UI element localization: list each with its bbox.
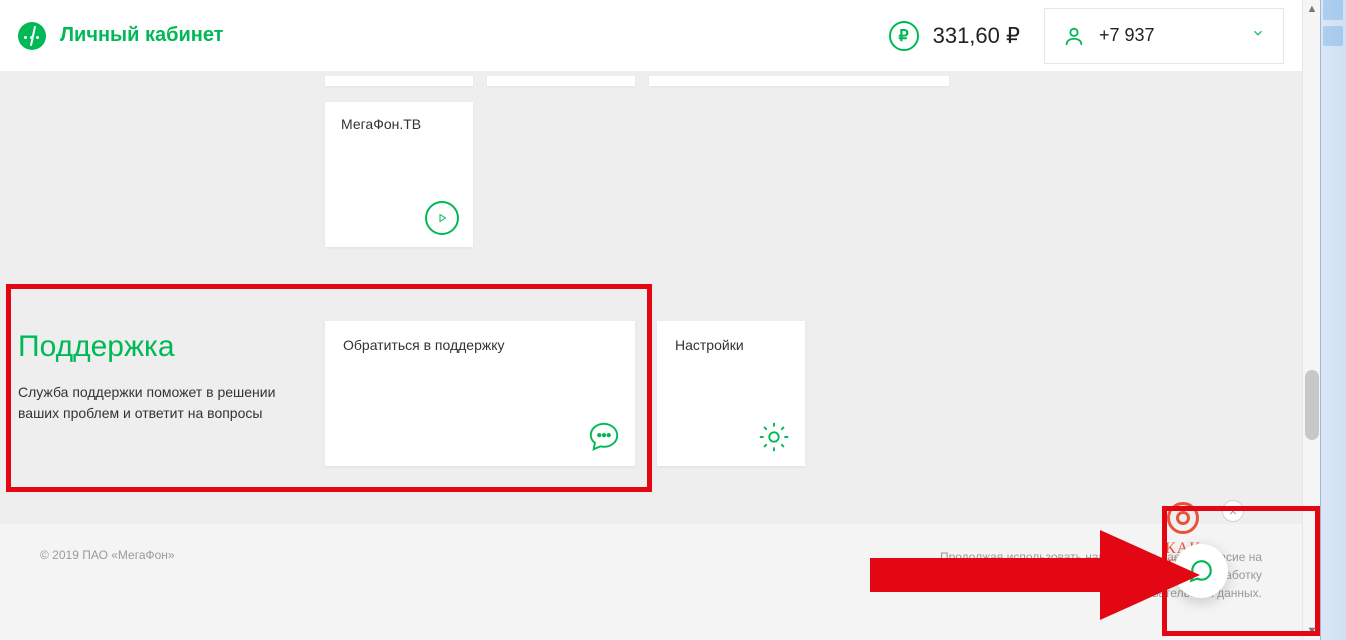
card-stub xyxy=(325,76,473,86)
watermark-icon xyxy=(1167,502,1199,534)
scroll-thumb[interactable] xyxy=(1305,370,1319,440)
chevron-down-icon xyxy=(1251,26,1265,45)
prev-row-cards xyxy=(325,76,949,86)
chat-widget-area: КАК ОПЕРА ТОР × xyxy=(1126,496,1236,606)
card-title: Обратиться в поддержку xyxy=(343,337,617,353)
copyright: © 2019 ПАО «МегаФон» xyxy=(40,548,175,562)
play-icon xyxy=(425,201,459,235)
card-settings[interactable]: Настройки xyxy=(657,321,805,466)
gear-icon xyxy=(757,420,791,454)
support-heading-block: Поддержка Служба поддержки поможет в реш… xyxy=(18,330,318,424)
chat-bubble-icon xyxy=(587,420,621,454)
card-stub xyxy=(487,76,635,86)
page-content: Личный кабинет ₽ 331,60 ₽ +7 937 xyxy=(0,0,1302,640)
footer: © 2019 ПАО «МегаФон» Продолжая использов… xyxy=(0,524,1302,640)
balance-value: 331,60 ₽ xyxy=(933,23,1020,49)
scroll-down-arrow[interactable]: ▼ xyxy=(1303,622,1321,640)
scroll-up-arrow[interactable]: ▲ xyxy=(1303,0,1321,18)
card-contact-support[interactable]: Обратиться в поддержку xyxy=(325,321,635,466)
balance-block[interactable]: ₽ 331,60 ₽ xyxy=(889,21,1020,51)
os-right-strip xyxy=(1320,0,1346,640)
phone-number: +7 937 xyxy=(1099,25,1155,46)
support-heading: Поддержка xyxy=(18,330,318,364)
chat-fab-button[interactable] xyxy=(1174,544,1228,598)
page-scrollbar[interactable]: ▲ ▼ xyxy=(1302,0,1320,640)
header: Личный кабинет ₽ 331,60 ₽ +7 937 xyxy=(0,0,1302,72)
brand-logo-icon xyxy=(18,22,46,50)
brand-title: Личный кабинет xyxy=(60,24,223,47)
person-icon xyxy=(1063,25,1085,47)
ruble-icon: ₽ xyxy=(889,21,919,51)
card-megafon-tv[interactable]: МегаФон.ТВ xyxy=(325,102,473,247)
card-stub xyxy=(649,76,949,86)
card-title: МегаФон.ТВ xyxy=(341,116,457,132)
card-title: Настройки xyxy=(675,337,787,353)
close-icon[interactable]: × xyxy=(1222,500,1244,522)
main-content: МегаФон.ТВ Поддержка Служба поддержки по… xyxy=(0,72,1302,640)
account-selector[interactable]: +7 937 xyxy=(1044,8,1284,64)
support-description: Служба поддержки поможет в решении ваших… xyxy=(18,382,318,424)
